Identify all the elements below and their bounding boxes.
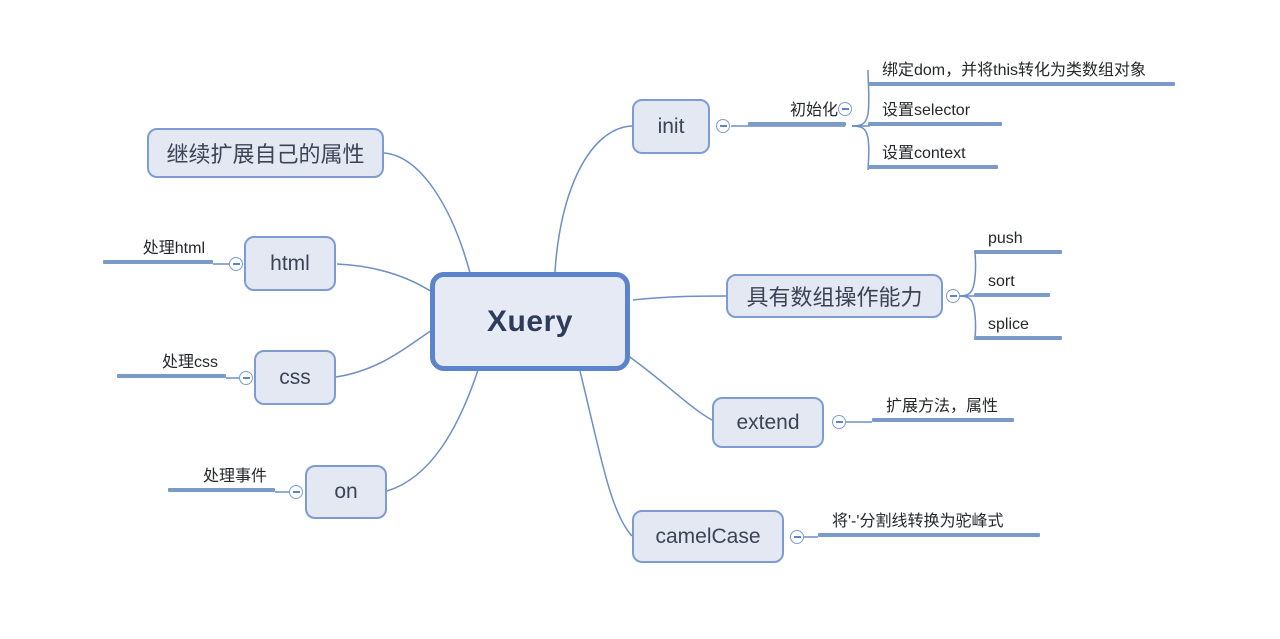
leaf-init-1[interactable]: 绑定dom，并将this转化为类数组对象 [868, 54, 1175, 86]
link-root-init [554, 125, 633, 273]
leaf-init-child-text: 初始化 [789, 102, 838, 119]
minus-circle-icon-array-ops[interactable] [946, 289, 960, 303]
leaf-html-1-rule [103, 260, 213, 264]
node-css[interactable]: css [254, 350, 336, 405]
node-camelcase[interactable]: camelCase [632, 510, 784, 563]
leaf-array-2-rule [974, 293, 1050, 297]
leaf-on-1-text: 处理事件 [202, 468, 267, 485]
leaf-extend-1[interactable]: 扩展方法，属性 [872, 390, 1014, 422]
node-self-extend[interactable]: 继续扩展自己的属性 [147, 128, 384, 178]
node-css-label: css [279, 365, 311, 389]
leaf-init-1-text: 绑定dom，并将this转化为类数组对象 [882, 62, 1147, 79]
leaf-camelcase-1-rule [818, 533, 1040, 537]
leaf-array-1-text: push [988, 230, 1023, 247]
leaf-init-3[interactable]: 设置context [868, 137, 998, 169]
leaf-init-2-text: 设置selector [882, 102, 971, 119]
leaf-extend-1-rule [872, 418, 1014, 422]
leaf-camelcase-1-text: 将'-'分割线转换为驼峰式 [832, 513, 1004, 530]
node-camelcase-label: camelCase [655, 524, 761, 548]
link-root-array-ops [632, 295, 727, 301]
leaf-on-1[interactable]: 处理事件 [168, 460, 275, 492]
leaf-init-3-rule [868, 165, 998, 169]
minus-circle-icon-init[interactable] [716, 119, 730, 133]
leaf-on-1-rule [168, 488, 275, 492]
leaf-init-1-rule [868, 82, 1175, 86]
leaf-init-child[interactable]: 初始化 [748, 94, 846, 126]
leaf-html-1[interactable]: 处理html [103, 232, 213, 264]
link-root-self-extend [383, 152, 471, 274]
root-node-xuery[interactable]: Xuery [430, 272, 630, 371]
mindmap-canvas: Xuery init 初始化 绑定dom，并将this转化为类数组对象 设置se… [0, 0, 1280, 639]
leaf-init-2[interactable]: 设置selector [868, 94, 1002, 126]
minus-circle-icon-init-child[interactable] [838, 102, 852, 116]
node-html[interactable]: html [244, 236, 336, 291]
leaf-array-3-rule [974, 336, 1062, 340]
node-self-extend-label: 继续扩展自己的属性 [166, 142, 365, 167]
leaf-init-3-text: 设置context [882, 145, 966, 162]
node-on[interactable]: on [305, 465, 387, 519]
leaf-array-1[interactable]: push [974, 222, 1062, 254]
link-root-css [335, 329, 433, 378]
link-array-leaf-3 [957, 295, 977, 341]
link-root-extend [626, 354, 713, 421]
node-array-ops[interactable]: 具有数组操作能力 [726, 274, 943, 318]
node-init-label: init [657, 114, 685, 138]
leaf-extend-1-text: 扩展方法，属性 [886, 398, 999, 415]
leaf-init-2-rule [868, 122, 1002, 126]
leaf-css-1[interactable]: 处理css [117, 346, 226, 378]
leaf-array-1-rule [974, 250, 1062, 254]
leaf-array-3-text: splice [988, 316, 1029, 333]
minus-circle-icon-on[interactable] [289, 485, 303, 499]
node-array-ops-label: 具有数组操作能力 [746, 285, 923, 310]
leaf-array-3[interactable]: splice [974, 308, 1062, 340]
link-init-leaf-3 [851, 125, 870, 171]
node-extend[interactable]: extend [712, 397, 824, 448]
link-init-leaf-1 [851, 69, 870, 127]
minus-circle-icon-extend[interactable] [832, 415, 846, 429]
leaf-array-2-text: sort [988, 273, 1015, 290]
link-root-html [336, 263, 433, 293]
node-extend-label: extend [736, 410, 800, 434]
leaf-init-child-rule [748, 122, 846, 126]
minus-circle-icon-camelcase[interactable] [790, 530, 804, 544]
root-node-label: Xuery [487, 304, 573, 338]
link-root-camelcase [579, 370, 633, 537]
node-html-label: html [270, 251, 310, 275]
node-init[interactable]: init [632, 99, 710, 154]
leaf-css-1-text: 处理css [161, 354, 218, 371]
leaf-html-1-text: 处理html [142, 240, 205, 257]
link-root-on [386, 369, 479, 492]
node-on-label: on [334, 480, 358, 503]
leaf-array-2[interactable]: sort [974, 265, 1050, 297]
leaf-camelcase-1[interactable]: 将'-'分割线转换为驼峰式 [818, 505, 1040, 537]
leaf-css-1-rule [117, 374, 226, 378]
minus-circle-icon-html[interactable] [229, 257, 243, 271]
link-array-leaf-1 [957, 251, 977, 297]
minus-circle-icon-css[interactable] [239, 371, 253, 385]
